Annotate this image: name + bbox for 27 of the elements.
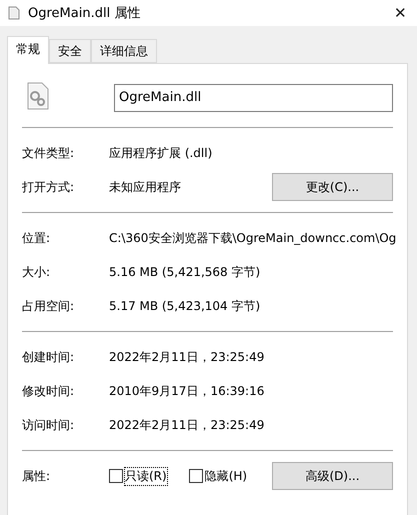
property-label: 访问时间: (22, 416, 76, 434)
tab[interactable]: 详细信息 (91, 39, 157, 63)
property-value: 应用程序扩展 (.dll) (109, 144, 214, 162)
attributes-label: 属性: (22, 468, 52, 484)
close-button[interactable]: ✕ (392, 4, 409, 22)
checkbox-label[interactable]: 只读(R) (125, 468, 167, 484)
property-label: 修改时间: (22, 382, 76, 400)
property-label: 打开方式: (22, 178, 76, 196)
property-value: 2010年9月17日，16:39:16 (109, 382, 266, 400)
property-value: C:\360安全浏览器下载\OgreMain_downcc.com\Og (109, 230, 396, 246)
tab[interactable]: 常规 (7, 36, 49, 64)
tab[interactable]: 安全 (49, 39, 91, 63)
property-value: 5.16 MB (5,421,568 字节) (109, 264, 262, 280)
property-value: 2022年2月11日，23:25:49 (109, 348, 266, 366)
property-label: 位置: (22, 230, 52, 246)
change-button[interactable]: 更改(C)... (272, 173, 393, 201)
file-name-field[interactable]: OgreMain.dll (114, 84, 393, 112)
property-value: 未知应用程序 (109, 178, 182, 196)
property-label: 创建时间: (22, 348, 76, 366)
checkbox-label[interactable]: 隐藏(H) (204, 468, 248, 484)
property-label: 占用空间: (22, 298, 76, 314)
property-value: 5.17 MB (5,423,104 字节) (109, 298, 262, 314)
property-label: 文件类型: (22, 144, 76, 162)
property-label: 大小: (22, 264, 52, 280)
advanced-button[interactable]: 高级(D)... (272, 462, 393, 490)
property-value: 2022年2月11日，23:25:49 (109, 416, 266, 434)
window-title: OgreMain.dll 属性 (28, 5, 142, 22)
